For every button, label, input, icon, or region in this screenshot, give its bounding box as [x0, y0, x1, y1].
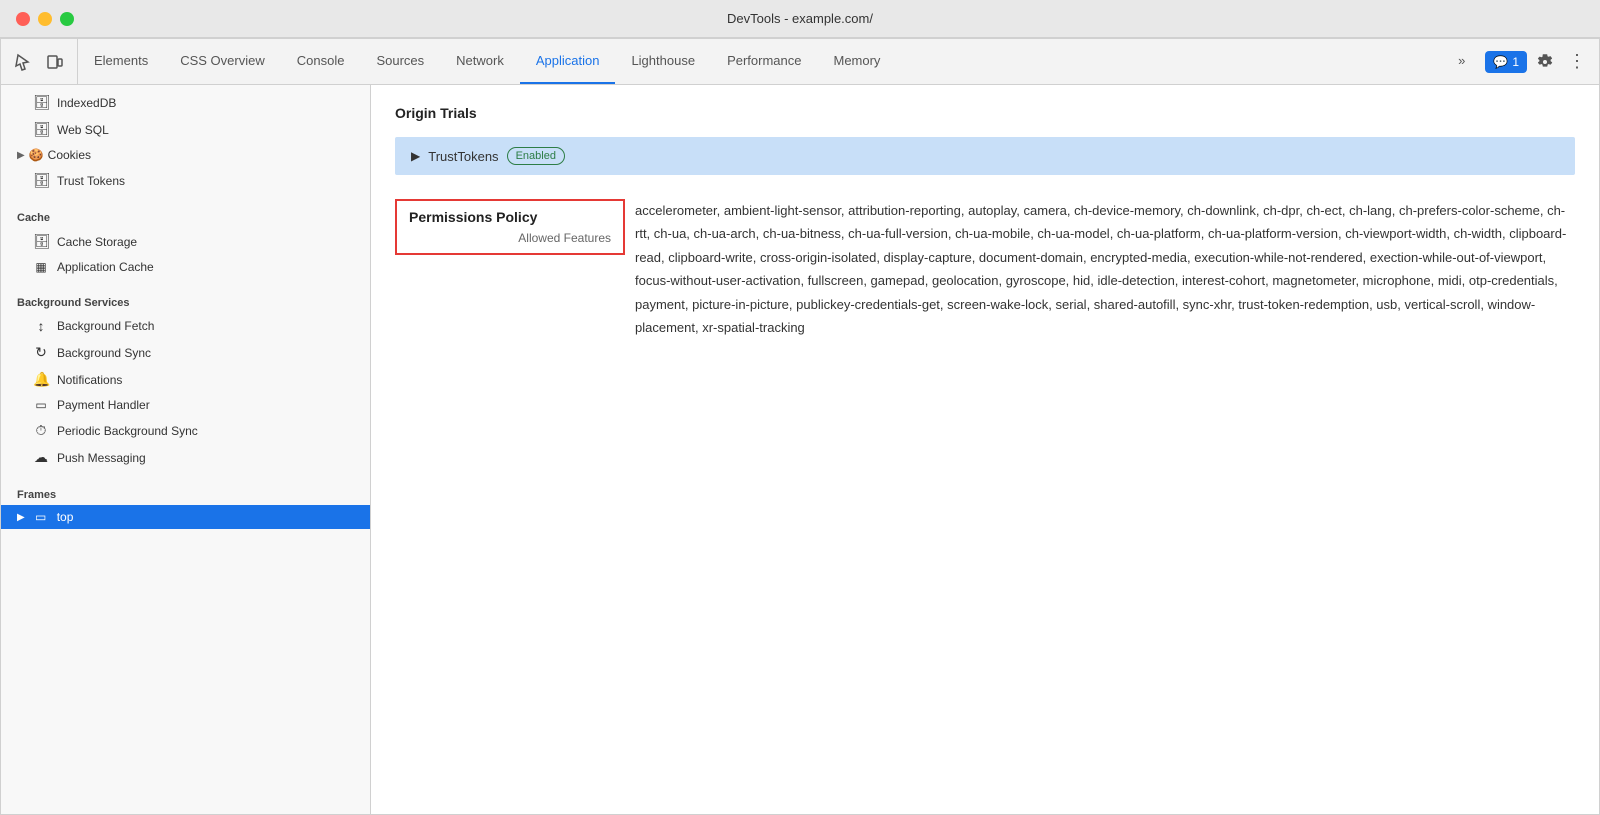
tab-performance[interactable]: Performance — [711, 39, 817, 84]
trust-tokens-label: TrustTokens — [428, 149, 498, 164]
more-options-button[interactable]: ⋮ — [1563, 48, 1591, 76]
periodic-background-sync-icon: ⏱ — [33, 422, 49, 439]
tab-lighthouse[interactable]: Lighthouse — [615, 39, 711, 84]
tab-console[interactable]: Console — [281, 39, 361, 84]
permissions-key-col: Permissions Policy Allowed Features — [395, 199, 635, 263]
application-cache-icon: ▦ — [33, 260, 49, 274]
notifications-icon: 🔔 — [33, 371, 49, 388]
background-fetch-icon: ↕ — [33, 318, 49, 334]
tab-network[interactable]: Network — [440, 39, 520, 84]
issues-count: 1 — [1512, 55, 1519, 69]
toolbar: Elements CSS Overview Console Sources Ne… — [1, 39, 1599, 85]
sidebar-item-background-sync[interactable]: ↻ Background Sync — [1, 339, 370, 366]
permissions-policy-label: Allowed Features — [409, 231, 611, 245]
maximize-button[interactable] — [60, 12, 74, 26]
permissions-box: Permissions Policy Allowed Features — [395, 199, 625, 255]
tab-elements[interactable]: Elements — [78, 39, 164, 84]
devtools-window: Elements CSS Overview Console Sources Ne… — [0, 38, 1600, 815]
tab-application[interactable]: Application — [520, 39, 616, 84]
frame-icon: ▭ — [33, 510, 49, 524]
permissions-policy-section: Permissions Policy Allowed Features acce… — [395, 199, 1575, 339]
sidebar-item-indexed-db[interactable]: 🗄 IndexedDB — [1, 89, 370, 116]
cookies-icon: 🍪 — [29, 148, 44, 162]
tab-css-overview[interactable]: CSS Overview — [164, 39, 281, 84]
background-sync-icon: ↻ — [33, 344, 49, 361]
permissions-features-list: accelerometer, ambient-light-sensor, att… — [635, 199, 1575, 339]
payment-handler-icon: ▭ — [33, 398, 49, 412]
window-title: DevTools - example.com/ — [727, 11, 873, 26]
settings-button[interactable] — [1531, 48, 1559, 76]
titlebar: DevTools - example.com/ — [0, 0, 1600, 38]
enabled-badge: Enabled — [507, 147, 565, 165]
more-tabs-button[interactable]: » — [1442, 53, 1481, 70]
sidebar-item-cookies[interactable]: ▶ 🍪 Cookies — [1, 143, 370, 167]
cursor-icon[interactable] — [9, 48, 37, 76]
origin-trials-title: Origin Trials — [395, 105, 1575, 121]
close-button[interactable] — [16, 12, 30, 26]
push-messaging-icon: ☁ — [33, 449, 49, 466]
tab-sources[interactable]: Sources — [360, 39, 440, 84]
background-services-section-title: Background Services — [1, 287, 370, 313]
issues-badge[interactable]: 💬 1 — [1485, 51, 1527, 73]
cache-section-title: Cache — [1, 202, 370, 228]
frames-section-title: Frames — [1, 479, 370, 505]
trust-tokens-icon: 🗄 — [33, 172, 49, 189]
tab-memory[interactable]: Memory — [817, 39, 896, 84]
sidebar-item-push-messaging[interactable]: ☁ Push Messaging — [1, 444, 370, 471]
sidebar-item-web-sql[interactable]: 🗄 Web SQL — [1, 116, 370, 143]
indexed-db-icon: 🗄 — [33, 94, 49, 111]
sidebar-item-top[interactable]: ▶ ▭ top — [1, 505, 370, 529]
sidebar-item-background-fetch[interactable]: ↕ Background Fetch — [1, 313, 370, 339]
sidebar: 🗄 IndexedDB 🗄 Web SQL ▶ 🍪 Cookies 🗄 Trus… — [1, 85, 371, 814]
cache-storage-icon: 🗄 — [33, 233, 49, 250]
tab-bar: Elements CSS Overview Console Sources Ne… — [78, 39, 1434, 84]
permissions-policy-row: Permissions Policy Allowed Features acce… — [395, 199, 1575, 339]
sidebar-item-trust-tokens[interactable]: 🗄 Trust Tokens — [1, 167, 370, 194]
issues-icon: 💬 — [1493, 55, 1508, 69]
cookies-arrow: ▶ — [17, 150, 25, 161]
main-content: 🗄 IndexedDB 🗄 Web SQL ▶ 🍪 Cookies 🗄 Trus… — [1, 85, 1599, 814]
toolbar-right: » 💬 1 ⋮ — [1434, 39, 1599, 84]
sidebar-item-application-cache[interactable]: ▦ Application Cache — [1, 255, 370, 279]
sidebar-item-cache-storage[interactable]: 🗄 Cache Storage — [1, 228, 370, 255]
permissions-policy-title: Permissions Policy — [409, 209, 611, 225]
minimize-button[interactable] — [38, 12, 52, 26]
toolbar-icons — [1, 39, 78, 84]
sidebar-item-notifications[interactable]: 🔔 Notifications — [1, 366, 370, 393]
web-sql-icon: 🗄 — [33, 121, 49, 138]
sidebar-item-payment-handler[interactable]: ▭ Payment Handler — [1, 393, 370, 417]
top-arrow: ▶ — [17, 512, 25, 523]
content-area: Origin Trials ▶ TrustTokens Enabled Perm… — [371, 85, 1599, 814]
trust-tokens-row[interactable]: ▶ TrustTokens Enabled — [395, 137, 1575, 175]
sidebar-item-periodic-background-sync[interactable]: ⏱ Periodic Background Sync — [1, 417, 370, 444]
traffic-lights — [16, 12, 74, 26]
device-toggle-icon[interactable] — [41, 48, 69, 76]
trust-tokens-arrow: ▶ — [411, 149, 420, 163]
origin-trials-section: Origin Trials ▶ TrustTokens Enabled — [395, 105, 1575, 175]
